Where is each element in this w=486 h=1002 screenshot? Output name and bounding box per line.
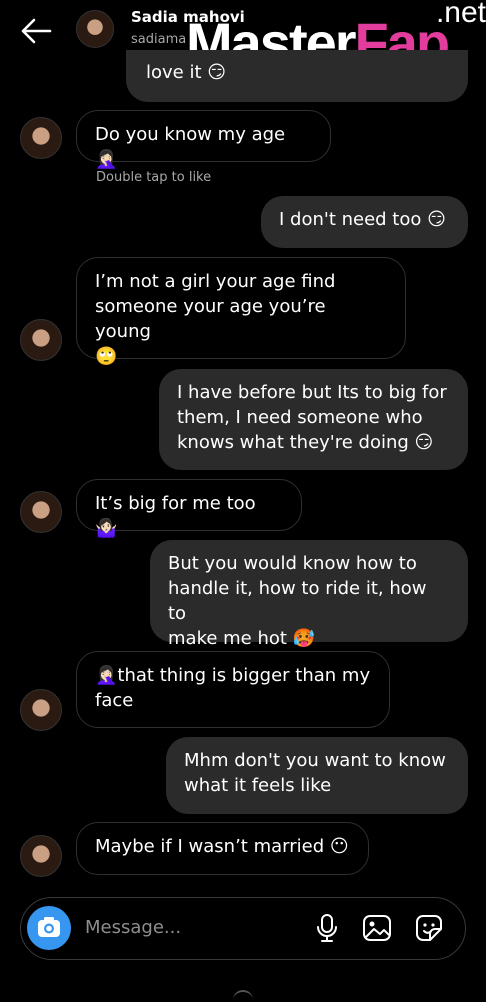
message-outgoing[interactable]: Mhm don't you want to know what it feels… — [166, 737, 468, 814]
message-composer: Message... — [20, 897, 466, 960]
message-outgoing[interactable]: love it 😏 — [126, 50, 468, 102]
contact-avatar[interactable] — [20, 835, 62, 877]
contact-username[interactable]: sadiama — [131, 32, 186, 47]
watermark-tld: .net — [435, 0, 486, 29]
contact-avatar[interactable] — [20, 491, 62, 533]
message-outgoing[interactable]: I don't need too 😏 — [261, 196, 468, 248]
message-incoming[interactable]: It’s big for me too 🤷🏻‍♀️ — [76, 479, 302, 539]
back-arrow-icon[interactable] — [18, 16, 54, 46]
double-tap-hint: Double tap to like — [96, 170, 212, 185]
contact-avatar[interactable] — [20, 117, 62, 159]
message-incoming[interactable]: I’m not a girl your age find someone you… — [76, 257, 406, 367]
header-avatar[interactable] — [76, 10, 114, 48]
message-outgoing[interactable]: But you would know how to handle it, how… — [150, 540, 468, 649]
sticker-icon[interactable] — [413, 912, 445, 944]
camera-icon — [38, 917, 60, 937]
home-indicator — [233, 990, 253, 1002]
contact-avatar[interactable] — [20, 319, 62, 361]
message-input[interactable]: Message... — [85, 917, 181, 938]
message-incoming[interactable]: Do you know my age 🤦🏻‍♀️ — [76, 110, 331, 170]
gallery-icon[interactable] — [361, 912, 393, 944]
message-incoming[interactable]: Maybe if I wasn’t married 😶 — [76, 822, 369, 875]
contact-avatar[interactable] — [20, 689, 62, 731]
camera-button[interactable] — [27, 906, 71, 950]
microphone-icon[interactable] — [311, 912, 343, 944]
message-outgoing[interactable]: I have before but Its to big for them, I… — [159, 369, 468, 470]
message-incoming[interactable]: 🤦🏻‍♀️that thing is bigger than my face — [76, 651, 390, 728]
